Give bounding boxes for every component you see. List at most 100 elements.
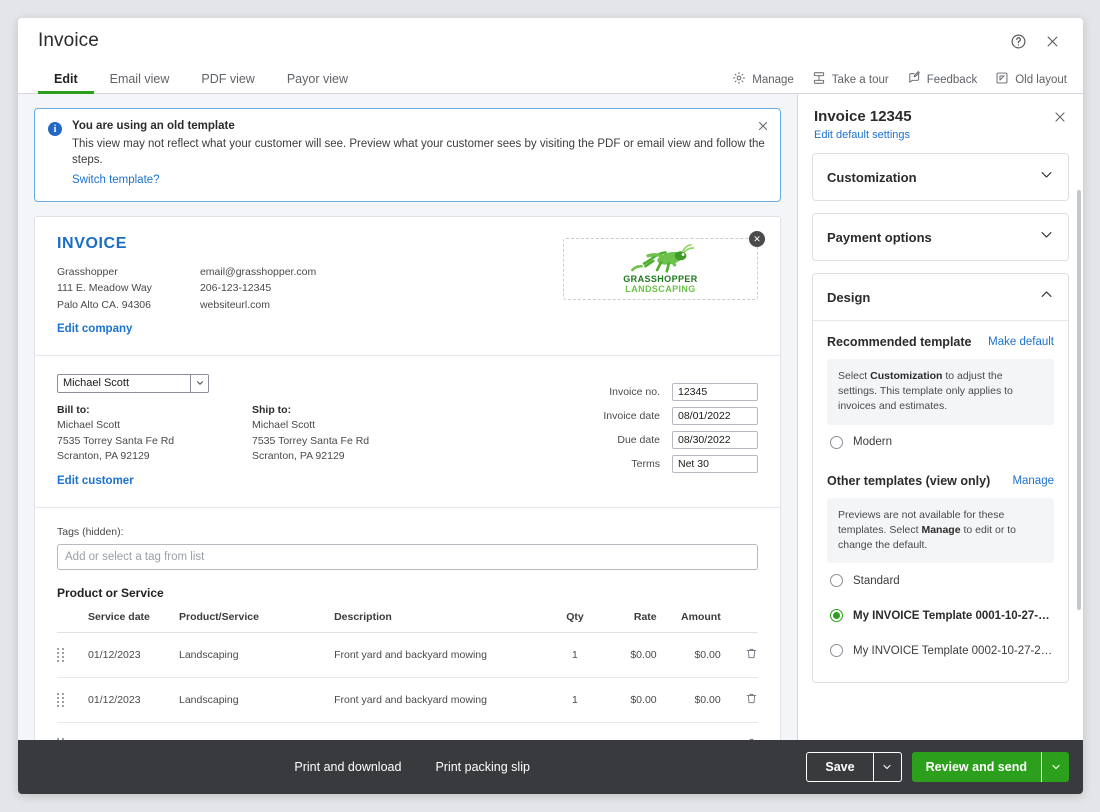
review-and-send-chevron-down-icon[interactable]	[1041, 752, 1069, 782]
invoice-date-row: Invoice date 08/01/2022	[568, 406, 758, 425]
drag-handle-icon[interactable]	[57, 632, 89, 679]
radio-option-standard[interactable]: Standard	[827, 563, 1054, 598]
cell-qty[interactable]: 1	[551, 632, 599, 679]
radio-icon[interactable]	[830, 574, 843, 588]
radio-icon[interactable]	[830, 435, 843, 449]
radio-icon[interactable]	[830, 644, 843, 658]
terms-input[interactable]: Net 30	[672, 454, 758, 473]
cell-service-date[interactable]: 01/12/2023	[88, 677, 179, 724]
cell-description[interactable]: Front yard and backyard mowing	[334, 677, 552, 724]
ship-to-city: Scranton, PA 92129	[252, 450, 345, 463]
trash-icon[interactable]	[745, 691, 758, 709]
cell-product[interactable]: Landscaping	[179, 677, 335, 724]
drag-handle-icon[interactable]	[57, 722, 89, 740]
invoice-heading: INVOICE	[57, 235, 127, 253]
recommended-template-label: Recommended template	[827, 335, 972, 349]
invoice-meta-fields: Invoice no. 12345 Invoice date 08/01/202…	[568, 374, 758, 489]
cell-rate[interactable]: $0.00	[598, 722, 657, 740]
drag-handle-icon[interactable]	[57, 677, 89, 724]
note-bold: Customization	[870, 370, 943, 382]
cell-product[interactable]: Landscaping	[179, 632, 335, 679]
panel-design-header[interactable]: Design	[813, 274, 1068, 320]
page-title: Invoice	[38, 30, 99, 51]
print-packing-slip-button[interactable]: Print packing slip	[435, 760, 530, 774]
old-layout-button[interactable]: Old layout	[995, 71, 1067, 88]
table-row[interactable]: 01/12/2023 Landscaping Front yard and ba…	[57, 632, 758, 679]
company-logo[interactable]: ✕ GRASSHOPPER LANDSCAPING	[563, 231, 765, 301]
view-tab-bar: Edit Email view PDF view Payor view Mana…	[18, 64, 1083, 94]
cell-rate[interactable]: $0.00	[598, 632, 657, 679]
take-a-tour-button[interactable]: Take a tour	[812, 71, 889, 88]
save-button[interactable]: Save	[807, 753, 872, 781]
panel-customization: Customization	[812, 153, 1069, 201]
radio-option-my-template-0002[interactable]: My INVOICE Template 0002-10-27-202...	[827, 633, 1054, 668]
other-templates-note: Previews are not available for these tem…	[827, 497, 1054, 564]
invoice-card: INVOICE Grasshopper 111 E. Meadow Way Pa…	[34, 216, 781, 740]
invoice-date-input[interactable]: 08/01/2022	[672, 406, 758, 425]
cell-service-date[interactable]: 01/12/2023	[88, 722, 179, 740]
switch-template-link[interactable]: Switch template?	[72, 174, 160, 186]
cell-qty[interactable]: 1	[551, 722, 599, 740]
trash-icon[interactable]	[745, 646, 758, 664]
banner-title: You are using an old template	[72, 120, 235, 132]
bill-to-block: Bill to: Michael Scott 7535 Torrey Santa…	[57, 404, 222, 465]
cell-delete[interactable]	[720, 722, 758, 740]
due-date-input[interactable]: 08/30/2022	[672, 430, 758, 449]
tab-pdf-view[interactable]: PDF view	[185, 72, 270, 93]
customer-select[interactable]: Michael Scott	[57, 373, 209, 393]
edit-default-settings-link[interactable]: Edit default settings	[814, 129, 1067, 141]
radio-icon-selected[interactable]	[830, 609, 843, 623]
table-row[interactable]: 01/12/2023 Landscaping Front yard and ba…	[57, 677, 758, 724]
tab-edit[interactable]: Edit	[38, 72, 94, 94]
old-template-banner: i You are using an old template This vie…	[34, 108, 781, 203]
side-panel-close-icon[interactable]	[1051, 108, 1069, 126]
save-chevron-down-icon[interactable]	[872, 753, 901, 781]
invoice-no-input[interactable]: 12345	[672, 382, 758, 401]
invoice-no-label: Invoice no.	[609, 385, 660, 398]
manage-button[interactable]: Manage	[732, 71, 794, 88]
tag-input[interactable]: Add or select a tag from list	[57, 544, 758, 571]
tab-email-view[interactable]: Email view	[94, 72, 186, 93]
window-title-bar: Invoice	[18, 18, 1083, 64]
manage-templates-link[interactable]: Manage	[1012, 475, 1054, 487]
table-row[interactable]: 01/12/2023 Landscaping Front yard and ba…	[57, 722, 758, 740]
panel-customization-header[interactable]: Customization	[813, 154, 1068, 200]
cell-service-date[interactable]: 01/12/2023	[88, 632, 179, 679]
cell-description[interactable]: Front yard and backyard mowing	[334, 632, 552, 679]
edit-company-link[interactable]: Edit company	[57, 323, 132, 335]
trash-icon[interactable]	[745, 736, 758, 740]
cell-rate[interactable]: $0.00	[598, 677, 657, 724]
content-area: i You are using an old template This vie…	[18, 94, 1083, 740]
radio-option-my-template-0001[interactable]: My INVOICE Template 0001-10-27-202...	[827, 598, 1054, 633]
cell-amount: $0.00	[656, 677, 721, 724]
radio-option-modern[interactable]: Modern	[827, 425, 1054, 460]
save-button-group[interactable]: Save	[806, 752, 902, 782]
make-default-link[interactable]: Make default	[988, 336, 1054, 348]
header-toolbar: Manage Take a tour Feedback Old layout	[732, 71, 1067, 88]
col-description: Description	[334, 611, 552, 634]
ship-to-block: Ship to: Michael Scott 7535 Torrey Santa…	[252, 404, 417, 465]
side-panel-scrollbar[interactable]	[1077, 190, 1081, 610]
remove-logo-icon[interactable]: ✕	[749, 231, 765, 248]
review-and-send-button[interactable]: Review and send	[912, 752, 1041, 782]
other-templates-header: Other templates (view only) Manage	[827, 460, 1054, 498]
review-and-send-button-group[interactable]: Review and send	[911, 752, 1069, 782]
banner-close-icon[interactable]	[755, 118, 771, 134]
cell-qty[interactable]: 1	[551, 677, 599, 724]
info-icon: i	[48, 122, 62, 136]
help-circle-icon[interactable]	[1005, 28, 1031, 54]
feedback-button[interactable]: Feedback	[907, 71, 977, 88]
tab-payor-view[interactable]: Payor view	[271, 72, 364, 93]
note-bold: Manage	[921, 523, 961, 536]
cell-description[interactable]: Front yard and backyard mowing	[334, 722, 552, 740]
close-icon[interactable]	[1039, 28, 1065, 54]
chevron-down-icon	[190, 374, 208, 392]
cell-delete[interactable]	[720, 632, 758, 679]
customer-section: Michael Scott Bill to: Michael Scott 753…	[35, 354, 780, 507]
edit-customer-link[interactable]: Edit customer	[57, 475, 134, 487]
cell-amount: $0.00	[656, 632, 721, 679]
cell-product[interactable]: Landscaping	[179, 722, 335, 740]
cell-delete[interactable]	[720, 677, 758, 724]
panel-payment-options-header[interactable]: Payment options	[813, 214, 1068, 260]
print-and-download-button[interactable]: Print and download	[294, 760, 401, 774]
